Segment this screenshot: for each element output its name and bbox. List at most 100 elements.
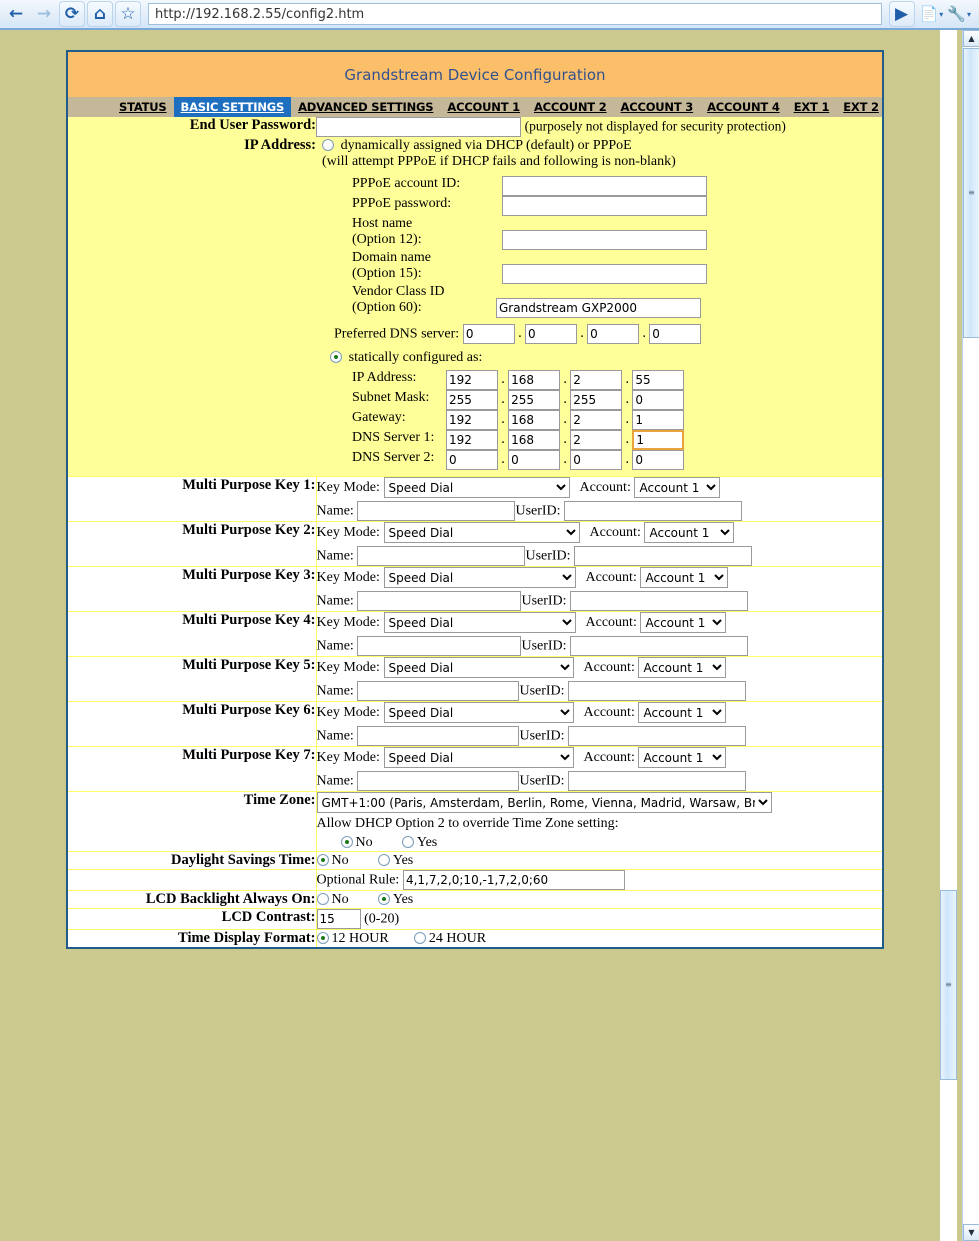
pppoe-password-input[interactable] bbox=[502, 196, 707, 216]
gateway-octet-4[interactable] bbox=[632, 410, 685, 430]
dns-server-1-octet-1[interactable] bbox=[446, 430, 498, 450]
tab-account-2[interactable]: ACCOUNT 2 bbox=[527, 97, 614, 117]
go-arrow-icon[interactable]: ▶ bbox=[886, 1, 918, 27]
vendor-class-input[interactable] bbox=[496, 298, 701, 318]
account-select[interactable]: Account 1 bbox=[638, 657, 727, 678]
scroll-up-button[interactable]: ▲ bbox=[963, 30, 979, 47]
dhcp-radio[interactable] bbox=[322, 139, 334, 151]
dhcp-option-label: dynamically assigned via DHCP (default) … bbox=[340, 138, 632, 153]
userid-input[interactable] bbox=[570, 636, 749, 656]
pppoe-account-input[interactable] bbox=[502, 176, 707, 196]
account-select[interactable]: Account 1 bbox=[638, 702, 727, 723]
browser-scrollbar[interactable]: ▲ ≡ ▼ bbox=[962, 30, 979, 1241]
subnet-mask-octet-4[interactable] bbox=[632, 390, 685, 410]
name-input[interactable] bbox=[357, 501, 516, 521]
preferred-dns-octet-3[interactable] bbox=[587, 324, 640, 344]
tab-account-1[interactable]: ACCOUNT 1 bbox=[440, 97, 527, 117]
static-ip-octet-1[interactable] bbox=[446, 370, 498, 390]
dns-server-2-octet-4[interactable] bbox=[632, 450, 685, 470]
account-select[interactable]: Account 1 bbox=[638, 747, 727, 768]
account-select[interactable]: Account 1 bbox=[644, 522, 735, 543]
lcd-backlight-yes-radio[interactable] bbox=[377, 893, 390, 905]
dhcp-override-yes-radio[interactable] bbox=[401, 836, 414, 848]
time-zone-select[interactable]: GMT+1:00 (Paris, Amsterdam, Berlin, Rome… bbox=[316, 792, 772, 813]
preferred-dns-octet-2[interactable] bbox=[524, 324, 577, 344]
page-icon[interactable]: 📄 ▾ bbox=[918, 1, 946, 27]
subnet-mask-octet-1[interactable] bbox=[446, 390, 498, 410]
star-icon[interactable]: ☆ bbox=[115, 1, 141, 27]
lcd-contrast-input[interactable] bbox=[316, 909, 361, 929]
forward-arrow-icon[interactable]: → bbox=[31, 1, 57, 27]
key-mode-select[interactable]: Speed Dial bbox=[383, 477, 570, 498]
end-user-password-input[interactable] bbox=[316, 117, 521, 137]
time-format-12-radio[interactable] bbox=[316, 932, 329, 944]
name-input[interactable] bbox=[357, 726, 520, 746]
subnet-mask-octet-2[interactable] bbox=[508, 390, 561, 410]
address-bar[interactable]: http://192.168.2.55/config2.htm bbox=[148, 3, 882, 25]
userid-input[interactable] bbox=[574, 546, 753, 566]
dns-server-2-octet-3[interactable] bbox=[570, 450, 623, 470]
tab-ext-1[interactable]: EXT 1 bbox=[787, 97, 837, 117]
static-ip-octet-3[interactable] bbox=[570, 370, 623, 390]
userid-label: UserID: bbox=[519, 683, 565, 699]
time-format-24-radio[interactable] bbox=[413, 932, 426, 944]
tab-ext-2[interactable]: EXT 2 bbox=[836, 97, 886, 117]
inner-scrollbar-thumb[interactable]: ≡ bbox=[940, 890, 957, 1080]
reload-icon[interactable]: ⟳ bbox=[59, 1, 85, 27]
tab-account-3[interactable]: ACCOUNT 3 bbox=[614, 97, 701, 117]
static-ip-octet-2[interactable] bbox=[508, 370, 561, 390]
optional-rule-input[interactable] bbox=[402, 870, 625, 890]
static-option-row[interactable]: statically configured as: bbox=[316, 349, 882, 366]
static-ip-octet-4[interactable] bbox=[632, 370, 685, 390]
name-input[interactable] bbox=[357, 771, 520, 791]
subnet-mask-octet-3[interactable] bbox=[570, 390, 623, 410]
preferred-dns-octet-1[interactable] bbox=[462, 324, 515, 344]
tab-status[interactable]: STATUS bbox=[112, 97, 174, 117]
userid-input[interactable] bbox=[570, 591, 749, 611]
userid-input[interactable] bbox=[568, 726, 747, 746]
lcd-backlight-no-radio[interactable] bbox=[316, 893, 329, 905]
key-mode-select[interactable]: Speed Dial bbox=[383, 657, 574, 678]
name-input[interactable] bbox=[357, 681, 520, 701]
gateway-octet-3[interactable] bbox=[570, 410, 623, 430]
dns-server-2-octet-1[interactable] bbox=[446, 450, 498, 470]
userid-input[interactable] bbox=[568, 681, 747, 701]
dns-server-1-octet-2[interactable] bbox=[508, 430, 561, 450]
tab-basic-settings[interactable]: BASIC SETTINGS bbox=[173, 97, 292, 117]
dns-server-2-octet-2[interactable] bbox=[508, 450, 561, 470]
key-mode-select[interactable]: Speed Dial bbox=[383, 702, 574, 723]
host-name-input[interactable] bbox=[502, 230, 707, 250]
tab-advanced-settings[interactable]: ADVANCED SETTINGS bbox=[291, 97, 440, 117]
scroll-down-button[interactable]: ▼ bbox=[963, 1224, 979, 1241]
userid-input[interactable] bbox=[568, 771, 747, 791]
dhcp-option-row[interactable]: dynamically assigned via DHCP (default) … bbox=[316, 137, 882, 154]
preferred-dns-octet-4[interactable] bbox=[649, 324, 702, 344]
inner-frame-scrollbar[interactable]: ≡ bbox=[940, 30, 957, 1241]
wrench-icon[interactable]: 🔧 ▾ bbox=[945, 1, 973, 27]
dns-server-1-octet-4[interactable] bbox=[632, 430, 685, 450]
browser-scrollbar-thumb[interactable]: ≡ bbox=[963, 48, 979, 338]
name-input[interactable] bbox=[357, 636, 522, 656]
name-input[interactable] bbox=[357, 591, 522, 611]
back-arrow-icon[interactable]: ← bbox=[3, 1, 29, 27]
dhcp-override-no-radio[interactable] bbox=[340, 836, 353, 848]
key-mode-select[interactable]: Speed Dial bbox=[383, 567, 576, 588]
key-mode-select[interactable]: Speed Dial bbox=[383, 612, 576, 633]
domain-name-input[interactable] bbox=[502, 264, 707, 284]
account-select[interactable]: Account 1 bbox=[634, 477, 721, 498]
dhcp-override-no-label: No bbox=[355, 835, 373, 850]
name-input[interactable] bbox=[357, 546, 526, 566]
userid-input[interactable] bbox=[564, 501, 743, 521]
key-mode-select[interactable]: Speed Dial bbox=[383, 522, 580, 543]
tab-account-4[interactable]: ACCOUNT 4 bbox=[700, 97, 787, 117]
dst-yes-radio[interactable] bbox=[377, 854, 390, 866]
gateway-octet-1[interactable] bbox=[446, 410, 498, 430]
gateway-octet-2[interactable] bbox=[508, 410, 561, 430]
account-select[interactable]: Account 1 bbox=[640, 567, 729, 588]
account-select[interactable]: Account 1 bbox=[640, 612, 727, 633]
static-radio[interactable] bbox=[330, 351, 342, 363]
key-mode-select[interactable]: Speed Dial bbox=[383, 747, 574, 768]
dst-no-radio[interactable] bbox=[316, 854, 329, 866]
dns-server-1-octet-3[interactable] bbox=[570, 430, 623, 450]
home-icon[interactable]: ⌂ bbox=[87, 1, 113, 27]
